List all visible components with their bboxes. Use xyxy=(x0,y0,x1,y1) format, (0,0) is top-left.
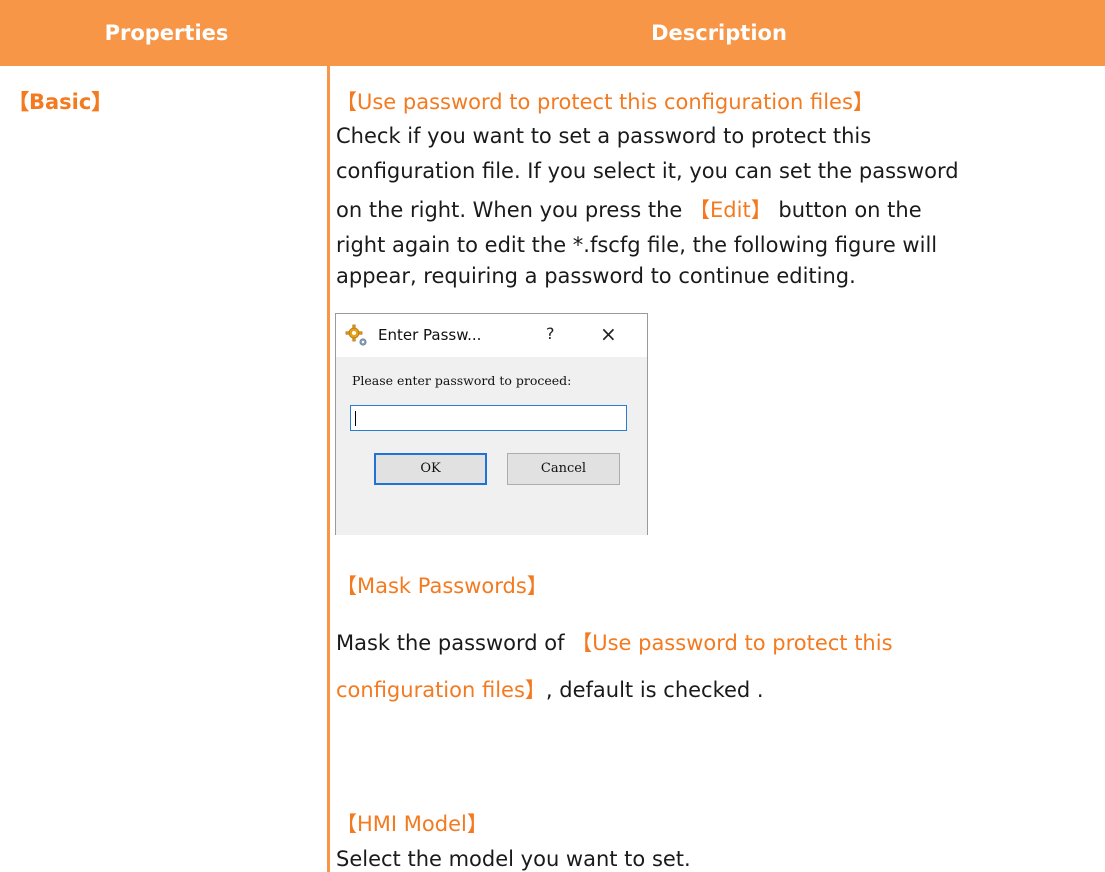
text-line: right again to edit the *.fscfg file, th… xyxy=(336,233,938,257)
header-properties: Properties xyxy=(104,21,229,45)
gear-icon xyxy=(344,323,370,349)
column-divider xyxy=(327,66,330,872)
dialog-title: Enter Passw... xyxy=(378,326,482,344)
row-label-basic: 【Basic】 xyxy=(8,90,113,114)
table-header: Properties Description xyxy=(0,0,1105,66)
document-page: Properties Description 【Basic】 【Use pass… xyxy=(0,0,1105,872)
password-dialog: Enter Passw... ? × Please enter password… xyxy=(335,313,648,535)
help-button[interactable]: ? xyxy=(546,324,555,343)
text-line: Mask the password of 【Use password to pr… xyxy=(336,620,1096,667)
section-mask-passwords: 【Mask Passwords】 Mask the password of 【U… xyxy=(336,570,1096,714)
close-button[interactable]: × xyxy=(600,322,617,346)
option-reference: configuration files】 xyxy=(336,678,546,702)
mask-passwords-description: Mask the password of 【Use password to pr… xyxy=(336,620,1096,714)
header-description: Description xyxy=(651,21,787,45)
text-fragment: button on the xyxy=(771,198,922,222)
section-use-password: 【Use password to protect this configurat… xyxy=(336,86,1096,294)
text-caret xyxy=(355,411,356,426)
cancel-button[interactable]: Cancel xyxy=(507,453,620,485)
section-title-use-password: 【Use password to protect this configurat… xyxy=(336,90,874,114)
text-line: on the right. When you press the 【Edit】 … xyxy=(336,193,1096,228)
section-title-mask-passwords: 【Mask Passwords】 xyxy=(336,574,548,598)
dialog-prompt: Please enter password to proceed: xyxy=(352,373,572,388)
option-reference: 【Use password to protect this xyxy=(571,631,893,655)
edit-button-reference: 【Edit】 xyxy=(689,198,772,222)
ok-button[interactable]: OK xyxy=(374,453,487,485)
text-fragment: Mask the password of xyxy=(336,631,572,655)
text-line: configuration file. If you select it, yo… xyxy=(336,159,959,183)
text-line: Select the model you want to set. xyxy=(336,847,691,871)
section-title-hmi-model: 【HMI Model】 xyxy=(336,812,488,836)
text-line: appear, requiring a password to continue… xyxy=(336,264,856,288)
text-line: configuration files】, default is checked… xyxy=(336,667,1096,714)
password-input[interactable] xyxy=(350,405,627,431)
dialog-body: Please enter password to proceed: OK Can… xyxy=(336,357,647,535)
use-password-description: Check if you want to set a password to p… xyxy=(336,119,1096,294)
text-fragment: , default is checked . xyxy=(545,678,764,702)
text-line: Check if you want to set a password to p… xyxy=(336,124,872,148)
dialog-titlebar: Enter Passw... ? × xyxy=(336,314,647,356)
section-hmi-model: 【HMI Model】 Select the model you want to… xyxy=(336,808,1096,872)
text-fragment: on the right. When you press the xyxy=(336,198,690,222)
